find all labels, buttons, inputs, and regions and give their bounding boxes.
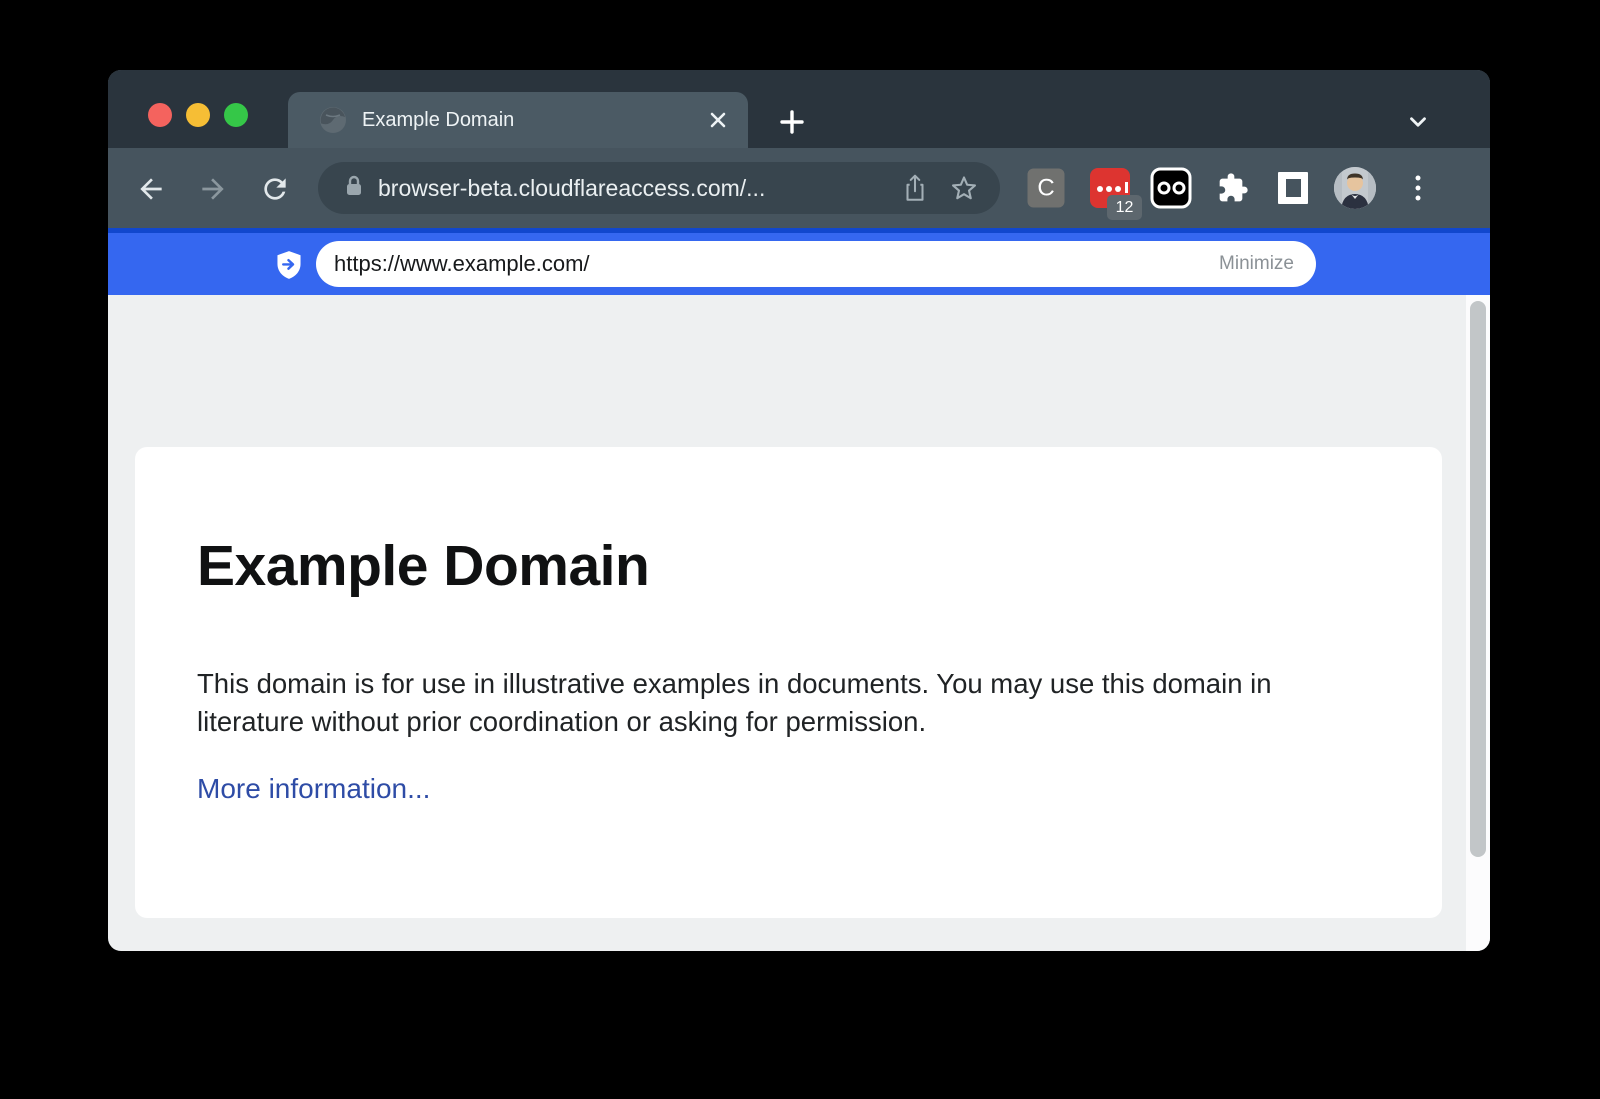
reload-icon[interactable] xyxy=(258,172,292,206)
tab-close-icon[interactable] xyxy=(704,106,732,134)
side-panel-icon[interactable] xyxy=(1276,170,1310,206)
extension-c-label: C xyxy=(1037,174,1054,202)
address-bar[interactable]: browser-beta.cloudflareaccess.com/... xyxy=(318,162,1000,214)
traffic-light-minimize[interactable] xyxy=(186,103,210,127)
remote-url-text: https://www.example.com/ xyxy=(334,251,1219,277)
red-dots-glyph xyxy=(1097,184,1128,193)
puzzle-extensions-icon[interactable] xyxy=(1217,172,1249,204)
page-title: Example Domain xyxy=(197,533,649,599)
circle-glyph xyxy=(1172,182,1185,195)
browser-window: Example Domain xyxy=(108,70,1490,951)
avatar[interactable] xyxy=(1334,167,1376,209)
active-tab[interactable]: Example Domain xyxy=(288,92,748,148)
kebab-menu-icon[interactable] xyxy=(1416,176,1421,201)
lock-icon[interactable] xyxy=(344,174,364,203)
more-information-link[interactable]: More information... xyxy=(197,773,430,805)
shield-arrow-icon xyxy=(275,250,303,285)
new-tab-plus-icon[interactable] xyxy=(776,106,808,138)
screenshot-stage: Example Domain xyxy=(0,0,1600,1099)
traffic-light-zoom[interactable] xyxy=(224,103,248,127)
globe-swirl-icon xyxy=(318,105,348,135)
chevron-down-icon[interactable] xyxy=(1402,106,1434,138)
share-icon[interactable] xyxy=(902,173,928,203)
page-paragraph: This domain is for use in illustrative e… xyxy=(197,665,1357,741)
browser-toolbar: browser-beta.cloudflareaccess.com/... C xyxy=(108,148,1490,228)
page-viewport: Example Domain This domain is for use in… xyxy=(108,295,1490,951)
extension-two-circles-icon[interactable] xyxy=(1151,168,1192,209)
extension-red-dots-icon[interactable]: 12 xyxy=(1090,168,1130,208)
scrollbar-thumb[interactable] xyxy=(1470,301,1486,857)
extension-c-icon[interactable]: C xyxy=(1028,169,1065,208)
circle-glyph xyxy=(1157,182,1170,195)
remote-browser-bar: https://www.example.com/ Minimize xyxy=(108,228,1490,295)
forward-arrow-icon[interactable] xyxy=(196,172,230,206)
back-arrow-icon[interactable] xyxy=(134,172,168,206)
minimize-button[interactable]: Minimize xyxy=(1219,253,1294,275)
remote-url-input[interactable]: https://www.example.com/ Minimize xyxy=(316,241,1316,287)
tab-title: Example Domain xyxy=(362,109,704,132)
extension-badge: 12 xyxy=(1107,195,1142,220)
content-card: Example Domain This domain is for use in… xyxy=(135,447,1442,918)
address-bar-url: browser-beta.cloudflareaccess.com/... xyxy=(378,175,902,202)
tab-bar: Example Domain xyxy=(108,70,1490,148)
traffic-light-close[interactable] xyxy=(148,103,172,127)
star-icon[interactable] xyxy=(950,174,978,202)
